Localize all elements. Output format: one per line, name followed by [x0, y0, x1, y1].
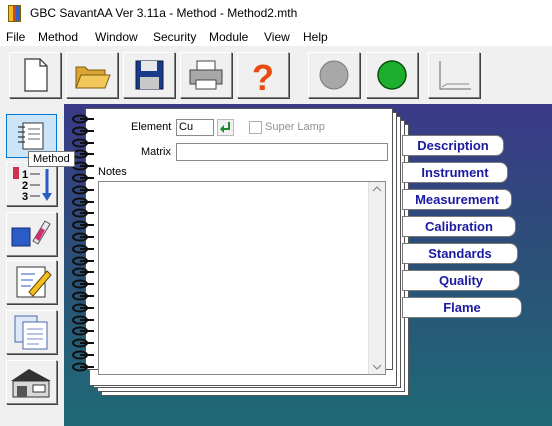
menu-method[interactable]: Method — [38, 30, 78, 44]
app-icon — [8, 5, 21, 22]
tab-standards-label: Standards — [428, 246, 492, 261]
sequence-list-icon: 1 2 3 — [13, 167, 52, 203]
new-button[interactable] — [9, 52, 61, 98]
tab-instrument-label: Instrument — [421, 165, 489, 180]
spiral-ring — [72, 197, 94, 207]
scroll-up-icon[interactable] — [372, 185, 382, 193]
method-tooltip: Method — [28, 151, 75, 167]
notes-textarea[interactable] — [98, 181, 386, 375]
samples-icon — [11, 220, 51, 247]
lab-building-icon — [11, 369, 51, 398]
svg-text:3: 3 — [22, 191, 28, 203]
super-lamp-label: Super Lamp — [265, 121, 325, 133]
new-document-icon — [24, 58, 48, 92]
tab-quality-label: Quality — [438, 273, 484, 288]
spiral-ring — [72, 362, 94, 372]
spiral-ring — [72, 126, 94, 136]
spiral-ring — [72, 267, 94, 277]
gray-lamp-button[interactable] — [308, 52, 360, 98]
menu-window[interactable]: Window — [95, 30, 138, 44]
green-lamp-icon — [377, 60, 407, 90]
gray-lamp-icon — [319, 60, 349, 90]
save-button[interactable] — [123, 52, 175, 98]
tab-measurement-label: Measurement — [415, 192, 499, 207]
method-page: Element Cu Super Lamp Matrix Notes — [85, 108, 393, 375]
tab-quality[interactable]: Quality — [402, 270, 520, 291]
spiral-ring — [72, 256, 94, 266]
tab-measurement[interactable]: Measurement — [402, 189, 512, 210]
sidebar-item-sequence[interactable]: 1 2 3 — [6, 162, 57, 206]
tab-standards[interactable]: Standards — [402, 243, 518, 264]
tab-flame-label: Flame — [443, 300, 481, 315]
spiral-ring — [72, 173, 94, 183]
scroll-down-icon[interactable] — [372, 363, 382, 371]
menu-file[interactable]: File — [6, 30, 25, 44]
notes-label: Notes — [98, 166, 127, 178]
spiral-ring — [72, 303, 94, 313]
sidebar-item-edit[interactable] — [6, 260, 57, 304]
graph-icon — [439, 61, 471, 90]
menu-view[interactable]: View — [264, 30, 290, 44]
spiral-ring — [72, 114, 94, 124]
spiral-ring — [72, 291, 94, 301]
open-folder-icon — [75, 66, 111, 89]
tab-calibration-label: Calibration — [425, 219, 493, 234]
graph-button[interactable] — [428, 52, 480, 98]
menu-help[interactable]: Help — [303, 30, 328, 44]
tab-description-label: Description — [417, 138, 489, 153]
spiral-ring — [72, 220, 94, 230]
enter-arrow-icon[interactable] — [217, 119, 234, 136]
spiral-ring — [72, 138, 94, 148]
spiral-ring — [72, 208, 94, 218]
sidebar-item-reports[interactable] — [6, 310, 57, 354]
edit-pencil-icon — [16, 266, 52, 298]
spiral-ring — [72, 232, 94, 242]
sidebar-item-lab[interactable] — [6, 360, 57, 404]
spiral-ring — [72, 338, 94, 348]
svg-text:?: ? — [252, 57, 274, 97]
menu-security[interactable]: Security — [153, 30, 196, 44]
printer-icon — [189, 60, 223, 90]
tab-instrument[interactable]: Instrument — [402, 162, 508, 183]
window-title: GBC SavantAA Ver 3.11a - Method - Method… — [30, 6, 298, 20]
help-button[interactable]: ? — [237, 52, 289, 98]
toolbar: ? — [0, 46, 552, 105]
spiral-ring — [72, 350, 94, 360]
matrix-field[interactable] — [176, 143, 388, 161]
tab-flame[interactable]: Flame — [402, 297, 522, 318]
menu-module[interactable]: Module — [209, 30, 248, 44]
spiral-ring — [72, 279, 94, 289]
title-bar: GBC SavantAA Ver 3.11a - Method - Method… — [0, 0, 552, 28]
super-lamp-checkbox[interactable] — [249, 121, 262, 134]
spiral-ring — [72, 185, 94, 195]
print-button[interactable] — [180, 52, 232, 98]
method-workspace: Description Instrument Measurement Calib… — [64, 104, 552, 426]
spiral-ring — [72, 315, 94, 325]
help-question-icon: ? — [252, 57, 274, 97]
save-disk-icon — [135, 60, 164, 90]
tab-calibration[interactable]: Calibration — [402, 216, 516, 237]
reports-pages-icon — [14, 315, 48, 350]
tab-description[interactable]: Description — [402, 135, 504, 156]
spiral-ring — [72, 326, 94, 336]
spiral-ring — [72, 244, 94, 254]
green-lamp-button[interactable] — [366, 52, 418, 98]
sidebar-item-samples[interactable] — [6, 212, 57, 256]
notes-scrollbar[interactable] — [368, 182, 385, 374]
element-label: Element — [131, 121, 172, 133]
open-button[interactable] — [66, 52, 118, 98]
menu-bar: File Method Window Security Module View … — [0, 28, 552, 46]
element-field[interactable]: Cu — [176, 119, 214, 136]
matrix-label: Matrix — [141, 146, 171, 158]
